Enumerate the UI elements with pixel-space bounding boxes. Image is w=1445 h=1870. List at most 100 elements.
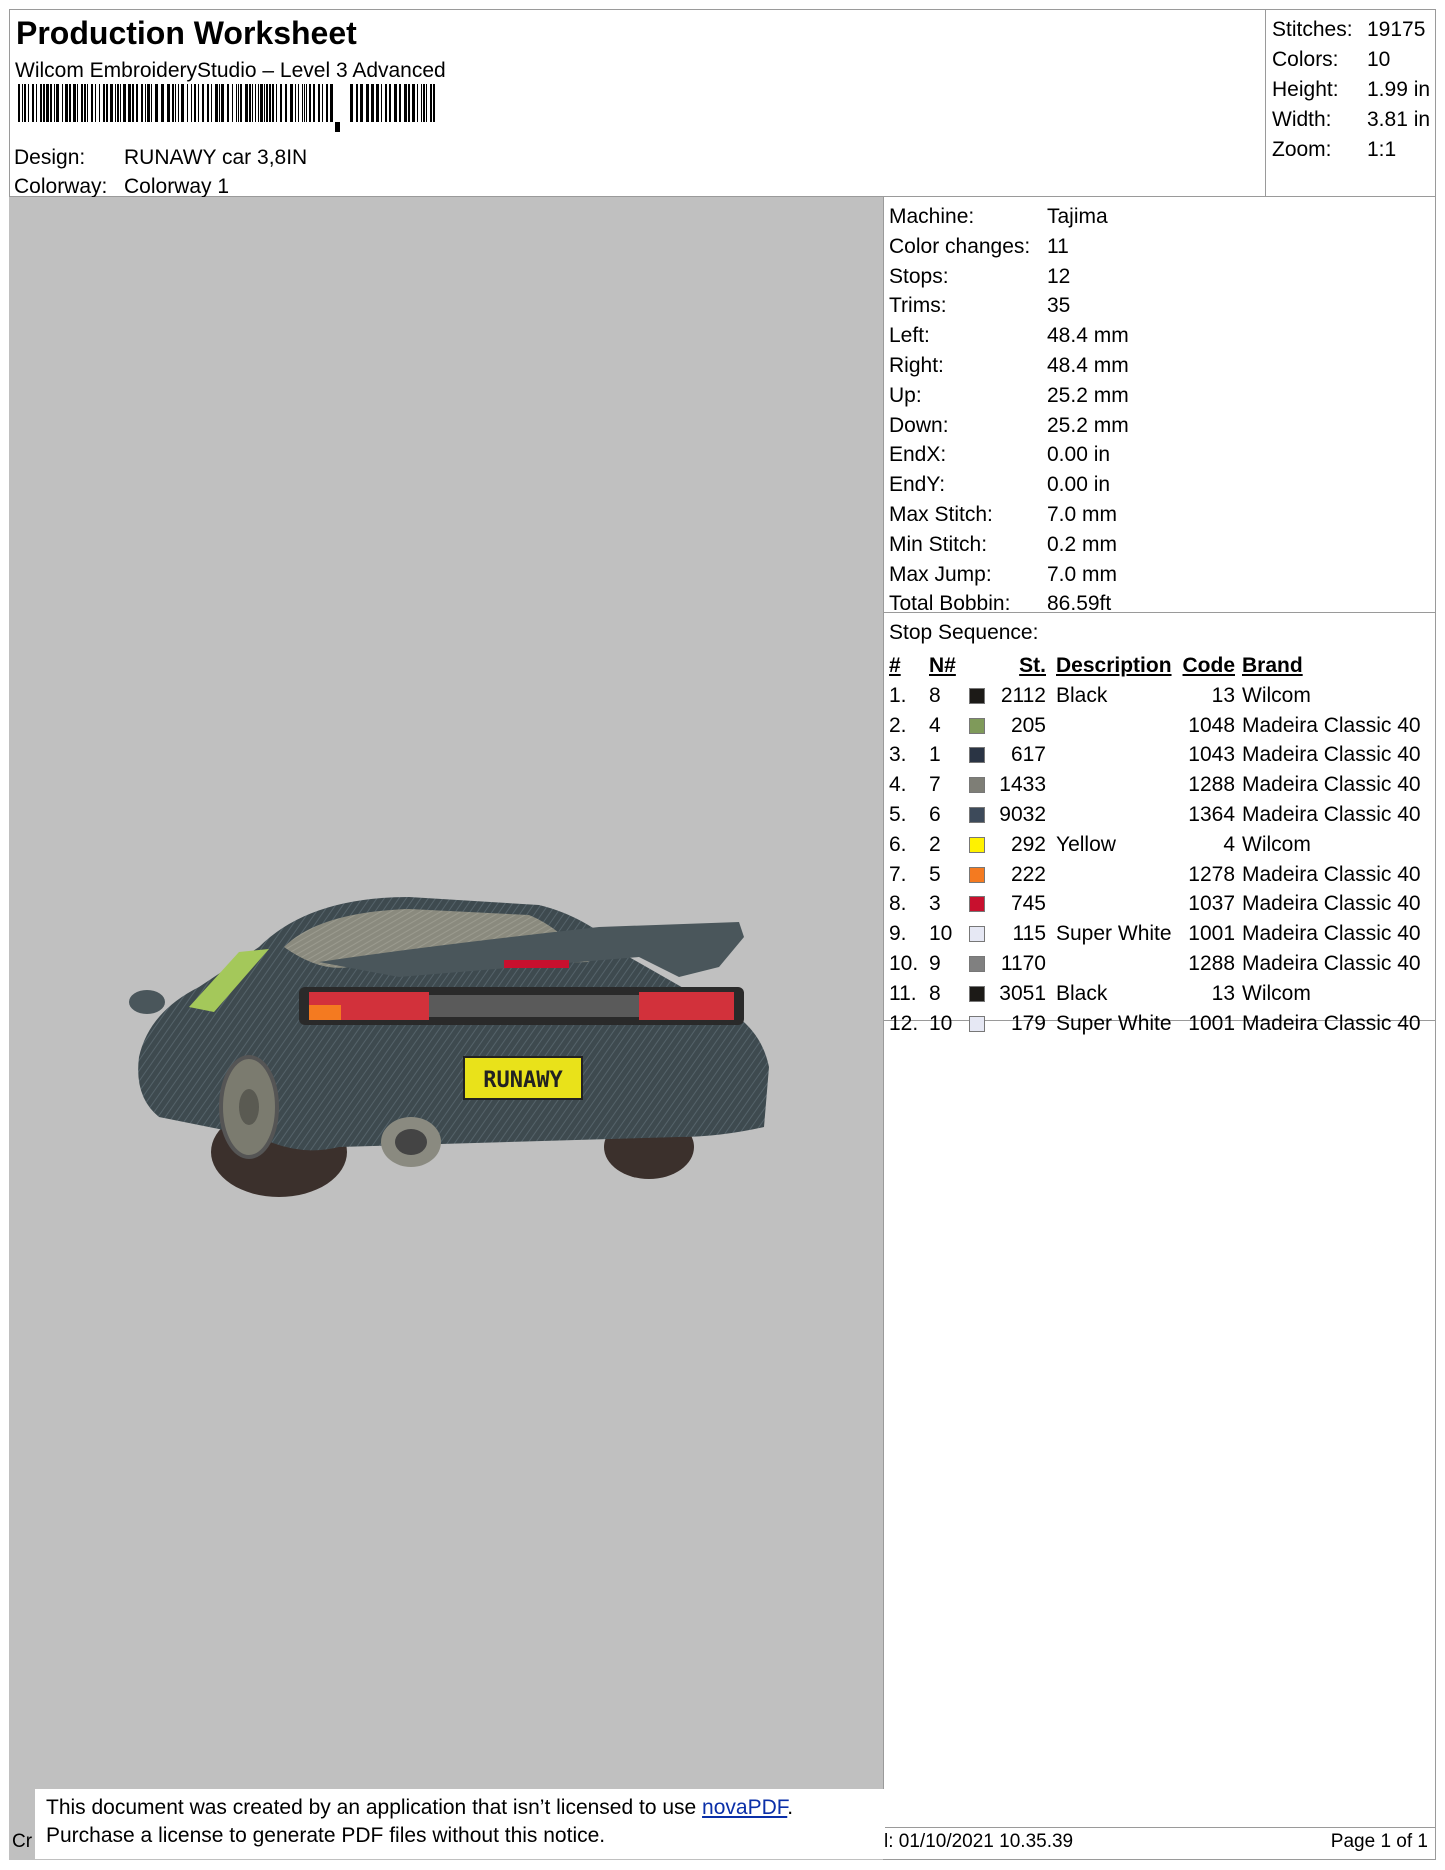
- barcode-bar: [194, 84, 196, 122]
- barcode-bar: [215, 84, 218, 122]
- barcode-bar: [95, 84, 96, 122]
- barcode-bar: [198, 84, 199, 122]
- barcode-bar: [18, 84, 20, 122]
- barcode-bar: [280, 84, 282, 122]
- stat-height: Height: 1.99 in: [1272, 78, 1431, 101]
- barcode-bar: [302, 84, 303, 122]
- barcode-bar: [227, 84, 229, 122]
- row-needle: 8: [929, 981, 941, 1005]
- barcode-bar: [249, 84, 251, 122]
- color-swatch: [969, 747, 985, 764]
- color-swatch: [969, 866, 985, 883]
- row-brand: Madeira Classic 40: [1242, 1011, 1421, 1035]
- barcode-bar: [385, 84, 387, 122]
- barcode-bar: [350, 84, 353, 122]
- barcode-bar: [128, 84, 131, 122]
- barcode-bar: [84, 84, 86, 122]
- barcode-bar: [136, 84, 138, 122]
- row-stitches: 115: [1012, 922, 1046, 946]
- info-total-bobbin: Total Bobbin: 86.59ft: [889, 592, 1112, 616]
- info-machine: Machine: Tajima: [889, 205, 1108, 228]
- barcode-bar: [132, 84, 134, 122]
- row-stitches: 3051: [999, 981, 1046, 1005]
- row-code: 13: [1211, 981, 1235, 1005]
- info-left: Left: 48.4 mm: [889, 324, 1129, 348]
- stat-colors: Colors: 10: [1272, 48, 1391, 71]
- color-swatch: [969, 717, 985, 734]
- row-code: 1288: [1188, 951, 1235, 975]
- barcode-bar: [91, 84, 93, 122]
- info-max-jump: Max Jump: 7.0 mm: [889, 562, 1118, 586]
- barcode-bar: [255, 84, 256, 122]
- color-swatch: [969, 955, 985, 972]
- barcode-bar: [326, 84, 328, 122]
- info-min-stitch: Min Stitch: 0.2 mm: [889, 532, 1118, 556]
- info-down: Down: 25.2 mm: [889, 413, 1129, 437]
- col-stitches: St.: [1019, 654, 1046, 677]
- barcode-bar: [24, 84, 26, 122]
- barcode-bar: [65, 84, 68, 122]
- row-brand: Madeira Classic 40: [1242, 713, 1421, 737]
- barcode-bar: [81, 84, 83, 122]
- barcode-bar: [115, 84, 116, 122]
- barcode-bar: [356, 84, 358, 122]
- row-index: 5.: [889, 802, 907, 826]
- novapdf-link[interactable]: novaPDF: [702, 1796, 787, 1819]
- barcode-bar: [399, 84, 401, 122]
- row-description: Super White: [1056, 1011, 1172, 1035]
- row-index: 6.: [889, 832, 907, 856]
- barcode-bar: [433, 84, 435, 122]
- col-index: #: [889, 654, 901, 677]
- barcode-bar: [69, 84, 71, 122]
- row-code: 1048: [1188, 713, 1235, 737]
- notice-line-1: This document was created by an applicat…: [46, 1796, 794, 1819]
- barcode-bar: [290, 84, 293, 122]
- row-index: 2.: [889, 713, 907, 737]
- color-swatch: [969, 926, 985, 943]
- barcode-bar: [106, 84, 108, 122]
- barcode-bar: [264, 84, 265, 122]
- row-stitches: 745: [1010, 892, 1046, 916]
- barcode-bar: [36, 84, 37, 122]
- barcode-bar: [181, 84, 184, 122]
- row-stitches: 292: [1010, 832, 1046, 856]
- barcode-bar: [99, 84, 100, 122]
- barcode-bar: [304, 84, 305, 122]
- barcode-bar: [232, 84, 233, 122]
- barcode-bar: [219, 84, 220, 122]
- color-swatch: [969, 896, 985, 913]
- barcode-bar: [103, 84, 105, 122]
- barcode-bar: [43, 84, 45, 122]
- row-brand: Madeira Classic 40: [1242, 802, 1421, 826]
- row-index: 1.: [889, 683, 907, 707]
- preview-divider: [883, 197, 884, 1827]
- machine-info: Machine: Tajima Color changes: 11 Stops: 12…: [889, 202, 1129, 619]
- barcode-bar: [145, 84, 146, 122]
- barcode-bar: [421, 84, 422, 122]
- col-description: Description: [1056, 654, 1172, 677]
- row-stitches: 179: [1010, 1011, 1046, 1035]
- row-needle: 6: [929, 802, 941, 826]
- colorway-row: Colorway: Colorway 1: [14, 175, 229, 199]
- frame-top: [9, 9, 1436, 10]
- row-brand: Madeira Classic 40: [1242, 862, 1421, 886]
- barcode-bar: [22, 84, 23, 122]
- barcode-bar: [269, 84, 271, 122]
- color-swatch: [969, 687, 985, 704]
- barcode-bar: [309, 84, 311, 122]
- stat-zoom: Zoom: 1:1: [1272, 138, 1397, 161]
- barcode-bar: [221, 84, 224, 122]
- stop-sequence-label: Stop Sequence:: [889, 621, 1039, 644]
- info-color-changes: Color changes: 11: [889, 234, 1069, 258]
- row-index: 10.: [889, 951, 919, 975]
- row-description: Super White: [1056, 922, 1172, 946]
- barcode-bar: [381, 84, 382, 122]
- design-stats: Stitches: 19175 Colors: 10 Height: 1.99 in …: [1272, 15, 1430, 165]
- row-code: 1288: [1188, 773, 1235, 797]
- info-stops: Stops: 12: [889, 264, 1071, 288]
- barcode-bar: [120, 84, 121, 122]
- page-title: Production Worksheet: [16, 15, 357, 51]
- stat-width: Width: 3.81 in: [1272, 108, 1431, 131]
- barcode-bar: [335, 122, 340, 132]
- color-swatch: [969, 806, 985, 823]
